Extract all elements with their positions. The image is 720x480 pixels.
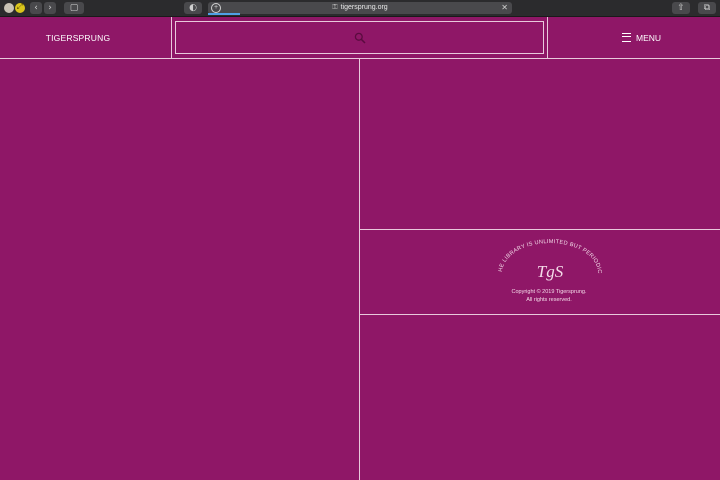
lock-icon: ⚿ [332, 4, 338, 11]
sidebar-toggle-button[interactable]: ▢ [64, 2, 84, 14]
grid-divider-horizontal [360, 314, 720, 315]
hamburger-icon [622, 33, 631, 43]
share-button[interactable]: ⇧ [672, 2, 690, 14]
copyright-line: Copyright © 2019 Tigersprung. [511, 289, 587, 295]
search-input[interactable] [175, 21, 544, 54]
search-icon [354, 32, 366, 44]
page-load-progress [208, 13, 240, 15]
header-divider [171, 17, 172, 59]
tabs-overview-button[interactable]: ⧉ [698, 2, 716, 14]
forward-button[interactable]: › [44, 2, 56, 14]
menu-label: MENU [636, 33, 662, 43]
close-icon[interactable]: ✕ [501, 2, 508, 14]
rights-line: All rights reserved. [526, 297, 572, 303]
url-text: tigersprung.org [340, 4, 388, 11]
site-header: TIGERSPRUNG MENU [0, 17, 720, 59]
menu-button[interactable]: MENU [622, 17, 661, 59]
grid-divider-horizontal [360, 229, 720, 230]
browser-toolbar: ⤢ ‹ › ▢ ◐ + ⚿ tigersprung.org ✕ ⇧ ⧉ [0, 0, 720, 17]
website: TIGERSPRUNG MENU THE LIBRARY IS UNLIMITE… [0, 17, 720, 480]
address-text: ⚿ tigersprung.org [208, 2, 512, 14]
site-logo[interactable]: TIGERSPRUNG [0, 17, 156, 59]
header-divider [547, 17, 548, 59]
expand-icon: ⤢ [16, 2, 24, 11]
back-button[interactable]: ‹ [30, 2, 42, 14]
grid-divider-vertical [359, 59, 360, 480]
reader-mode-button[interactable]: ◐ [184, 2, 202, 14]
tigersprung-monogram: TgS [537, 262, 564, 281]
copyright-notice: Copyright © 2019 Tigersprung. All rights… [360, 288, 720, 304]
maximize-window-button[interactable]: ⤢ [15, 2, 25, 13]
address-bar[interactable]: + ⚿ tigersprung.org ✕ [208, 2, 512, 14]
minimize-window-button[interactable] [4, 3, 14, 13]
